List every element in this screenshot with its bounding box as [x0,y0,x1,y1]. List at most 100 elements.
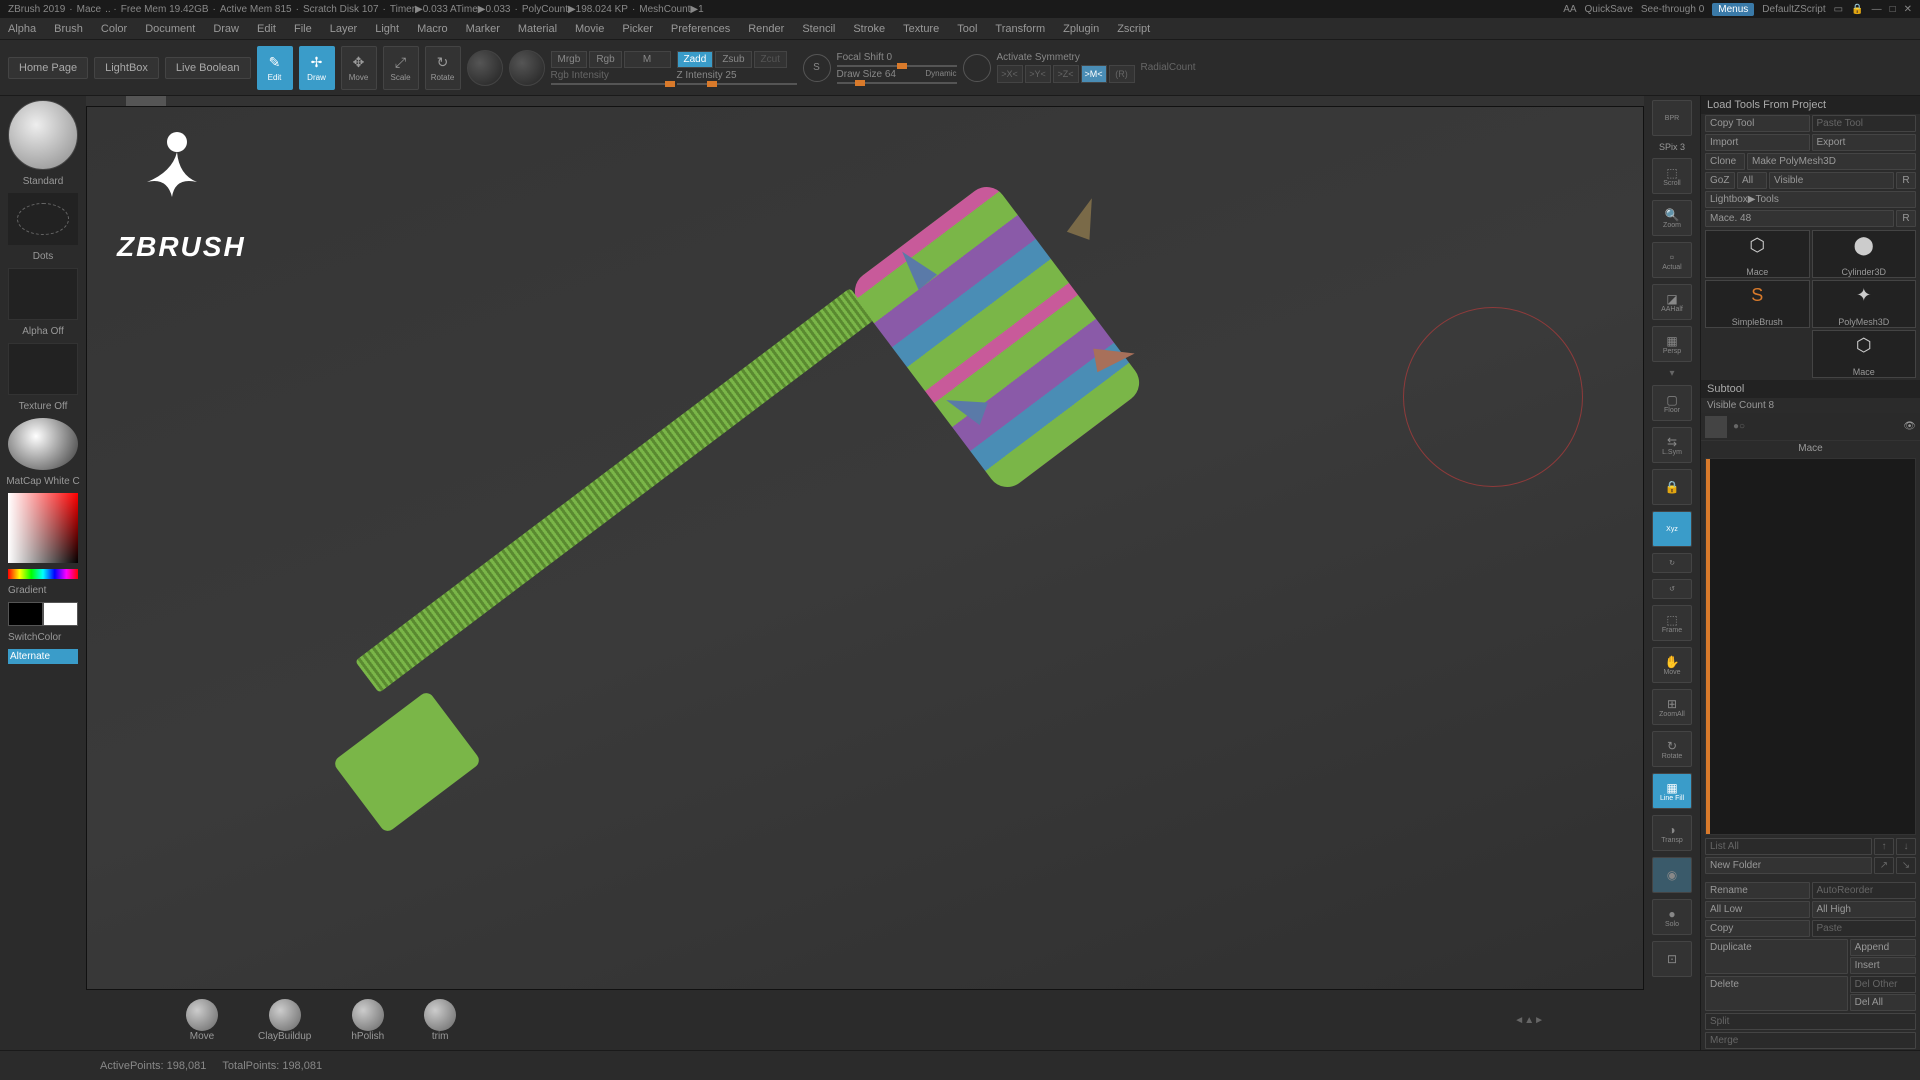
listall-button[interactable]: List All [1705,838,1872,855]
goz-r-button[interactable]: R [1896,172,1916,189]
thumb-mace-2[interactable]: ⬡Mace [1812,330,1917,378]
delall-button[interactable]: Del All [1850,994,1916,1011]
subtool-item-mace[interactable]: ●○ 👁 [1701,413,1920,441]
menu-light[interactable]: Light [375,23,399,35]
menu-material[interactable]: Material [518,23,557,35]
xyz-button[interactable]: Xyz [1652,511,1692,547]
liveboolean-button[interactable]: Live Boolean [165,57,251,79]
menu-tool[interactable]: Tool [957,23,977,35]
hue-strip[interactable] [8,569,78,579]
rotate-mode-button[interactable]: ↻Rotate [425,46,461,90]
menu-stroke[interactable]: Stroke [853,23,885,35]
texture-preview[interactable] [8,343,78,395]
solo-button[interactable]: ●Solo [1652,899,1692,935]
alpha-preview[interactable] [8,268,78,320]
color-swatches[interactable] [8,602,78,626]
alllow-button[interactable]: All Low [1705,901,1810,918]
duplicate-button[interactable]: Duplicate [1705,939,1848,974]
seethrough-slider[interactable]: See-through 0 [1641,4,1704,15]
persp-button[interactable]: ▦Persp [1652,326,1692,362]
nav-move-button[interactable]: ✋Move [1652,647,1692,683]
menu-render[interactable]: Render [748,23,784,35]
movedown-icon[interactable]: ↓ [1896,838,1916,855]
subtool-paste-button[interactable]: Paste [1812,920,1917,937]
allhigh-button[interactable]: All High [1812,901,1917,918]
sym-r-button[interactable]: (R) [1109,65,1135,83]
lock-icon[interactable]: 🔒 [1851,4,1863,15]
import-button[interactable]: Import [1705,134,1810,151]
gradient-label[interactable]: Gradient [8,585,78,596]
switchcolor-label[interactable]: SwitchColor [8,632,78,643]
load-tools-header[interactable]: Load Tools From Project [1701,96,1920,114]
edit-mode-button[interactable]: ✎Edit [257,46,293,90]
canvas-scroll-h[interactable] [86,96,1644,106]
dynamic-label[interactable]: Dynamic [925,69,956,80]
rename-button[interactable]: Rename [1705,882,1810,899]
zoomall-button[interactable]: ⊞ZoomAll [1652,689,1692,725]
maximize-icon[interactable]: □ [1890,4,1896,15]
sym-z-button[interactable]: >Z< [1053,65,1079,83]
shelf-brush-hpolish[interactable]: hPolish [351,999,384,1042]
lightbox-button[interactable]: LightBox [94,57,159,79]
append-button[interactable]: Append [1850,939,1916,956]
eye-icon[interactable]: 👁 [1903,421,1916,432]
menu-layer[interactable]: Layer [330,23,358,35]
polyframe-button[interactable]: ⊡ [1652,941,1692,977]
tool-r-button[interactable]: R [1896,210,1916,227]
subtool-copy-button[interactable]: Copy [1705,920,1810,937]
make-polymesh-button[interactable]: Make PolyMesh3D [1747,153,1916,170]
zoom-button[interactable]: 🔍Zoom [1652,200,1692,236]
menu-zscript[interactable]: Zscript [1117,23,1150,35]
dropdown-icon[interactable]: ▾ [1669,368,1674,379]
alternate-button[interactable]: Alternate [8,649,78,664]
spix-label[interactable]: SPix 3 [1659,142,1685,152]
merge-button[interactable]: Merge [1705,1032,1916,1049]
drawsize-slider[interactable] [837,82,957,84]
zadd-button[interactable]: Zadd [677,51,714,68]
nav-rotate-button[interactable]: ↻Rotate [1652,731,1692,767]
arrow-icon-1[interactable]: ↗ [1874,857,1894,874]
sculptris-button[interactable] [509,50,545,86]
lsym-button[interactable]: ⇆L.Sym [1652,427,1692,463]
menu-color[interactable]: Color [101,23,127,35]
gyro-button[interactable] [467,50,503,86]
menu-preferences[interactable]: Preferences [671,23,730,35]
thumb-cylinder[interactable]: ⬤Cylinder3D [1812,230,1917,278]
homepage-button[interactable]: Home Page [8,57,88,79]
scale-mode-button[interactable]: ⤢Scale [383,46,419,90]
menu-texture[interactable]: Texture [903,23,939,35]
scroll-button[interactable]: ⬚Scroll [1652,158,1692,194]
window-icon[interactable]: ▭ [1834,4,1843,15]
goz-all-button[interactable]: All [1737,172,1767,189]
shelf-brush-trim[interactable]: trim [424,999,456,1042]
export-button[interactable]: Export [1812,134,1917,151]
newfolder-button[interactable]: New Folder [1705,857,1872,874]
menu-document[interactable]: Document [145,23,195,35]
move-mode-button[interactable]: ✥Move [341,46,377,90]
thumb-simplebrush[interactable]: SSimpleBrush [1705,280,1810,328]
thumb-polymesh[interactable]: ✦PolyMesh3D [1812,280,1917,328]
mrgb-button[interactable]: Mrgb [551,51,588,68]
zsub-button[interactable]: Zsub [715,51,751,68]
menu-edit[interactable]: Edit [257,23,276,35]
menu-movie[interactable]: Movie [575,23,604,35]
menus-button[interactable]: Menus [1712,3,1754,16]
goz-visible-button[interactable]: Visible [1769,172,1894,189]
rgb-button[interactable]: Rgb [589,51,621,68]
draw-mode-button[interactable]: ✢Draw [299,46,335,90]
aahalf-button[interactable]: ◪AAHalf [1652,284,1692,320]
actual-button[interactable]: ▫Actual [1652,242,1692,278]
activate-symmetry-label[interactable]: Activate Symmetry [997,52,1135,63]
floor-button[interactable]: ▢Floor [1652,385,1692,421]
goz-button[interactable]: GoZ [1705,172,1735,189]
focalshift-slider[interactable] [837,65,957,67]
thumb-mace[interactable]: ⬡Mace [1705,230,1810,278]
delother-button[interactable]: Del Other [1850,976,1916,993]
delete-button[interactable]: Delete [1705,976,1848,1011]
tool-name-field[interactable]: Mace. 48 [1705,210,1894,227]
shelf-brush-claybuildup[interactable]: ClayBuildup [258,999,311,1042]
linefill-button[interactable]: ▦Line Fill [1652,773,1692,809]
rgb-intensity-slider[interactable] [551,83,671,85]
menu-brush[interactable]: Brush [54,23,83,35]
z-rotate-button[interactable]: ↺ [1652,579,1692,599]
